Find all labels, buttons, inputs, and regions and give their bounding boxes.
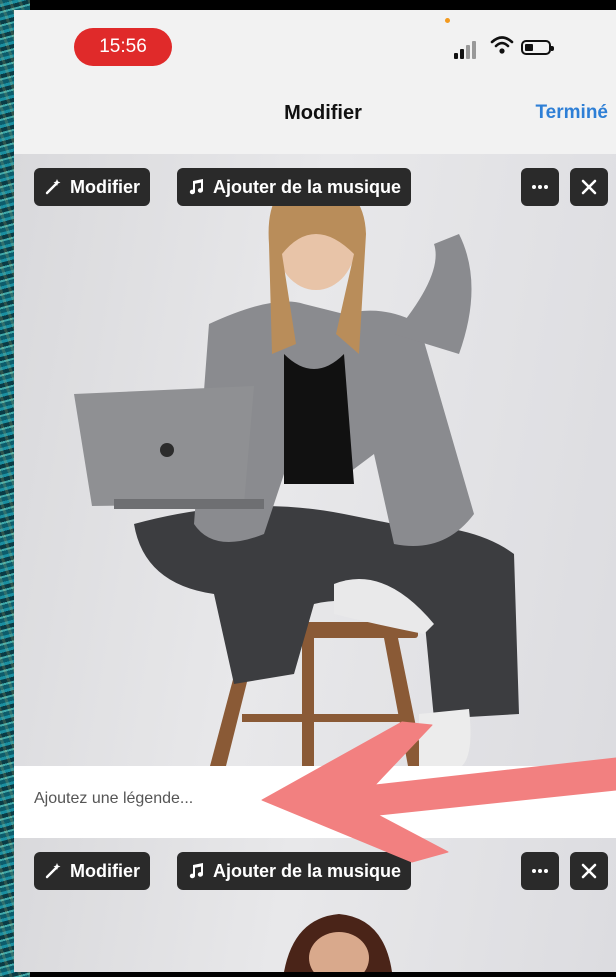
ellipsis-icon xyxy=(532,185,548,189)
photo-preview[interactable]: Modifier Ajouter de la musique xyxy=(14,154,616,766)
status-bar: 15:56 xyxy=(14,10,616,70)
close-icon xyxy=(581,179,597,195)
edit-label: Modifier xyxy=(70,860,140,881)
edit-label: Modifier xyxy=(70,176,140,197)
add-music-button[interactable]: Ajouter de la musique xyxy=(177,168,412,206)
edit-button[interactable]: Modifier xyxy=(34,852,150,890)
add-music-label: Ajouter de la musique xyxy=(213,860,402,881)
page-title: Modifier xyxy=(284,102,362,124)
remove-photo-button[interactable] xyxy=(570,852,608,890)
more-options-button[interactable] xyxy=(521,852,559,890)
wifi-icon xyxy=(490,36,514,54)
add-music-label: Ajouter de la musique xyxy=(213,176,402,197)
add-music-button[interactable]: Ajouter de la musique xyxy=(177,852,412,890)
caption-field-container xyxy=(14,766,616,838)
magic-wand-icon xyxy=(45,179,61,195)
person-photo xyxy=(74,182,519,766)
phone-screen: 15:56 Modifier Terminé Modifier Ajouter … xyxy=(14,10,616,972)
ellipsis-icon xyxy=(532,869,548,873)
music-note-icon xyxy=(189,179,203,195)
status-time: 15:56 xyxy=(74,28,172,66)
music-note-icon xyxy=(189,863,203,879)
photo-preview[interactable]: Modifier Ajouter de la musique xyxy=(14,838,616,972)
caption-input[interactable] xyxy=(34,790,474,808)
battery-icon xyxy=(521,40,554,55)
edit-button[interactable]: Modifier xyxy=(34,168,150,206)
done-button[interactable]: Terminé xyxy=(535,102,608,124)
close-icon xyxy=(581,863,597,879)
remove-photo-button[interactable] xyxy=(570,168,608,206)
privacy-indicator-dot xyxy=(445,18,450,23)
more-options-button[interactable] xyxy=(521,168,559,206)
signal-icon xyxy=(454,39,484,59)
magic-wand-icon xyxy=(45,863,61,879)
navigation-bar: Modifier Terminé xyxy=(14,72,616,144)
